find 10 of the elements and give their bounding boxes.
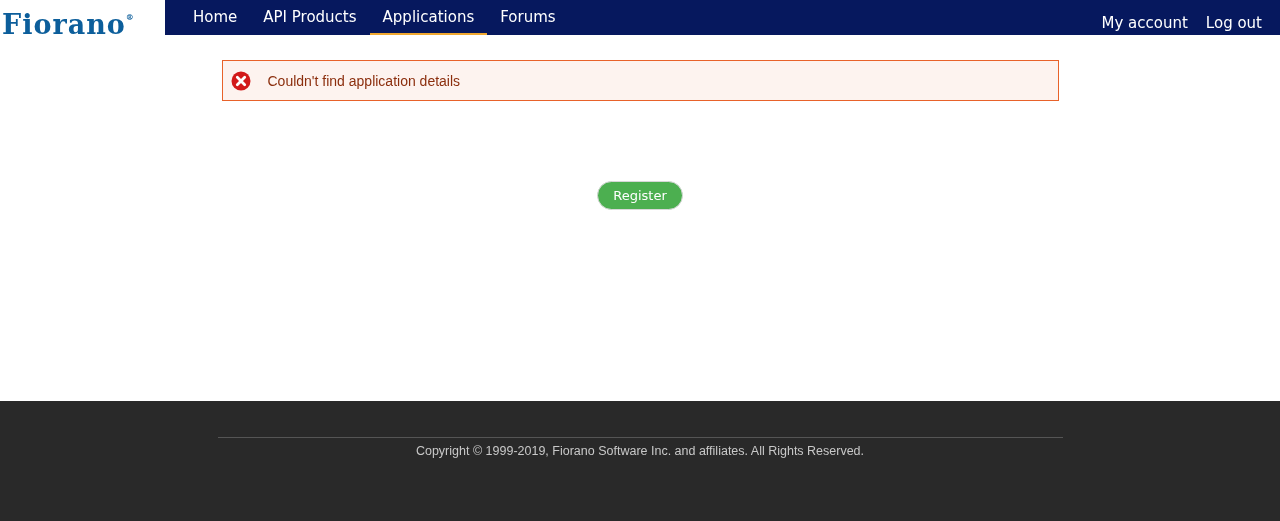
nav-tab[interactable]: Home (180, 0, 251, 35)
logo[interactable]: Fiorano$^{®}$ (0, 0, 165, 35)
nav-tab[interactable]: Forums (487, 0, 569, 35)
copyright-text: Copyright © 1999-2019, Fiorano Software Inc. and affiliates. All Rights Reserved. (415, 444, 865, 458)
nav-tab[interactable]: API Products (250, 0, 370, 35)
alert-message: Couldn't find application details (267, 72, 461, 89)
account-link[interactable]: My account (1101, 14, 1188, 32)
error-icon (230, 70, 251, 91)
nav-tab[interactable]: Applications (369, 0, 488, 35)
account-link[interactable]: Log out (1205, 14, 1262, 32)
